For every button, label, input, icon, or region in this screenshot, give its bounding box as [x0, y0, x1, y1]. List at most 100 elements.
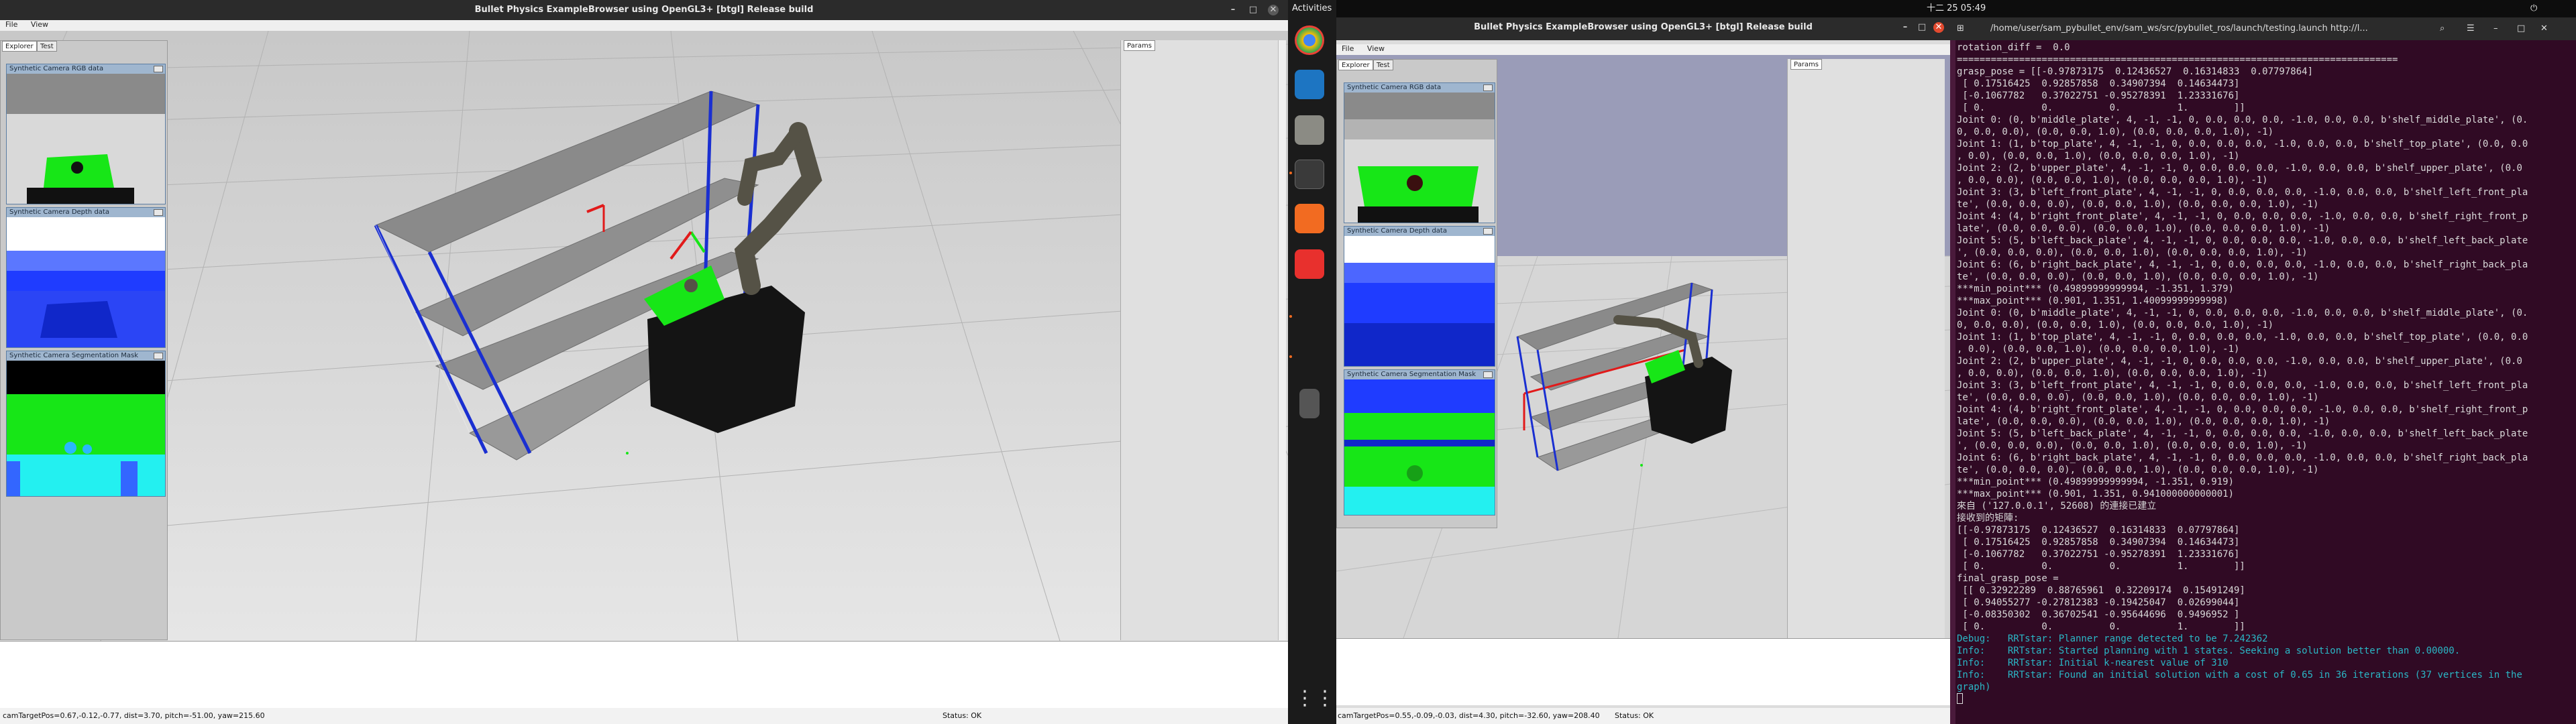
hamburger-menu-icon[interactable]: ☰	[2467, 17, 2475, 40]
terminal-line: grasp_pose = [[-0.97873175 0.12436527 0.…	[1957, 66, 2314, 77]
terminal-line: ***max_point*** (0.901, 1.351, 0.9410000…	[1957, 489, 2235, 499]
menu-file[interactable]: File	[1342, 44, 1354, 53]
gl-viewport[interactable]	[0, 31, 1288, 641]
window-title-bar[interactable]: Bullet Physics ExampleBrowser using Open…	[1336, 17, 1950, 40]
terminal-line: [ 0. 0. 0. 1. ]]	[1957, 621, 2245, 632]
terminal-line: Joint 6: (6, b'right_back_plate', 4, -1,…	[1957, 259, 2528, 270]
menu-view[interactable]: View	[1367, 44, 1385, 53]
camera-depth-subwindow[interactable]: Synthetic Camera Depth data	[1344, 226, 1495, 367]
files-icon[interactable]	[1295, 115, 1324, 145]
terminal-line: Joint 4: (4, b'right_front_plate', 4, -1…	[1957, 404, 2528, 415]
terminal-line: Joint 0: (0, b'middle_plate', 4, -1, -1,…	[1957, 115, 2528, 125]
left-bullet-window: Bullet Physics ExampleBrowser using Open…	[0, 0, 1288, 724]
terminal-output[interactable]: rotation_diff = 0.0 =====================…	[1957, 42, 2574, 722]
terminal-line: ', (0.0, 0.0, 0.0), (0.0, 0.0, 1.0), (0.…	[1957, 247, 2308, 258]
camera-rgb-image	[7, 74, 165, 204]
close-icon[interactable]: ✕	[1933, 22, 1944, 33]
terminal-icon[interactable]	[1295, 160, 1324, 189]
usb-drive-icon[interactable]	[1299, 389, 1320, 418]
terminal-line: [ 0. 0. 0. 1. ]]	[1957, 103, 2245, 113]
menu-file[interactable]: File	[5, 20, 17, 29]
anydesk-icon[interactable]	[1295, 249, 1324, 279]
terminal-line: Joint 5: (5, b'left_back_plate', 4, -1, …	[1957, 428, 2528, 439]
menu-view[interactable]: View	[31, 20, 48, 29]
terminal-line: [-0.08350302 0.36702541 -0.95644696 0.94…	[1957, 609, 2240, 620]
menu-bar: File View	[1336, 44, 1950, 55]
terminal-line: Joint 2: (2, b'upper_plate', 4, -1, -1, …	[1957, 356, 2522, 367]
running-indicator	[1289, 315, 1292, 318]
origin-dot	[1640, 464, 1643, 467]
subwindow-close-icon[interactable]	[154, 209, 163, 216]
tab-explorer[interactable]: Explorer	[1338, 60, 1373, 70]
terminal-line: 0, 0.0, 0.0), (0.0, 0.0, 1.0), (0.0, 0.0…	[1957, 320, 2274, 330]
subwindow-close-icon[interactable]	[1483, 228, 1493, 235]
terminal-line: rotation_diff = 0.0	[1957, 42, 2070, 53]
terminal-line: ', (0.0, 0.0, 0.0), (0.0, 0.0, 1.0), (0.…	[1957, 440, 2308, 451]
console-area[interactable]	[1336, 638, 1950, 705]
running-indicator	[1289, 172, 1292, 174]
camera-rgb-subwindow[interactable]: Synthetic Camera RGB data	[1344, 82, 1495, 223]
console-area[interactable]	[0, 641, 1288, 708]
vscode-icon[interactable]	[1295, 70, 1324, 99]
close-icon[interactable]: ✕	[2540, 17, 2548, 40]
subwindow-close-icon[interactable]	[1483, 84, 1493, 91]
terminal-line: 來自 ('127.0.0.1', 52608) 的連接已建立	[1957, 501, 2157, 511]
params-panel: Params	[1120, 40, 1281, 640]
terminal-line: [ 0.94055277 -0.27812383 -0.19425047 0.0…	[1957, 597, 2240, 608]
camera-segmentation-image	[1344, 379, 1495, 515]
terminal-scrollbar[interactable]	[1950, 40, 1955, 724]
maximize-icon[interactable]: □	[1917, 22, 1927, 33]
minimize-icon[interactable]: –	[2493, 17, 2498, 40]
terminal-line: , 0.0), (0.0, 0.0, 1.0), (0.0, 0.0, 0.0,…	[1957, 151, 2240, 162]
terminal-line: late', (0.0, 0.0, 0.0), (0.0, 0.0, 1.0),…	[1957, 416, 2330, 427]
terminal-line: , 0.0, 0.0), (0.0, 0.0, 1.0), (0.0, 0.0,…	[1957, 368, 2268, 379]
subwindow-close-icon[interactable]	[1483, 371, 1493, 378]
terminal-window: ⊞ /home/user/sam_pybullet_env/sam_ws/src…	[1950, 17, 2576, 724]
terminal-line: Joint 4: (4, b'right_front_plate', 4, -1…	[1957, 211, 2528, 222]
status-ok: Status: OK	[943, 711, 982, 720]
show-apps-icon[interactable]: ⋮⋮⋮	[1295, 684, 1355, 713]
tab-test[interactable]: Test	[1373, 60, 1393, 70]
terminal-line: [ 0. 0. 0. 1. ]]	[1957, 561, 2245, 572]
maximize-icon[interactable]: □	[2517, 17, 2525, 40]
software-center-icon[interactable]	[1295, 204, 1324, 233]
explorer-panel: Explorer Test Synthetic Camera RGB data …	[1336, 59, 1497, 528]
tab-explorer[interactable]: Explorer	[2, 41, 37, 52]
system-menu-icon[interactable]: ⏻	[2530, 0, 2537, 17]
origin-dot	[626, 452, 629, 455]
clock[interactable]: 十二 25 05:49	[1927, 0, 1986, 17]
tab-params[interactable]: Params	[1790, 59, 1822, 70]
window-title-bar[interactable]: Bullet Physics ExampleBrowser using Open…	[0, 0, 1288, 20]
terminal-line: Joint 1: (1, b'top_plate', 4, -1, -1, 0,…	[1957, 332, 2528, 343]
terminal-line: te', (0.0, 0.0, 0.0), (0.0, 0.0, 1.0), (…	[1957, 465, 2319, 475]
camera-depth-subwindow[interactable]: Synthetic Camera Depth data	[6, 207, 166, 348]
close-icon[interactable]: ✕	[1268, 5, 1279, 15]
params-panel: Params	[1787, 59, 1945, 638]
maximize-icon[interactable]: □	[1248, 5, 1258, 15]
terminal-line: te', (0.0, 0.0, 0.0), (0.0, 0.0, 1.0), (…	[1957, 392, 2319, 403]
chrome-icon[interactable]	[1295, 25, 1324, 55]
subwindow-close-icon[interactable]	[154, 353, 163, 359]
subwindow-close-icon[interactable]	[154, 66, 163, 72]
top-bar: 十二 25 05:49 ⏻	[1336, 0, 2576, 17]
scrollbar[interactable]	[1278, 40, 1286, 640]
terminal-line: te', (0.0, 0.0, 0.0), (0.0, 0.0, 1.0), (…	[1957, 199, 2319, 210]
terminal-tab-icon[interactable]: ⊞	[1957, 17, 1964, 40]
minimize-icon[interactable]: –	[1228, 5, 1238, 15]
tab-test[interactable]: Test	[37, 41, 57, 52]
terminal-title: /home/user/sam_pybullet_env/sam_ws/src/p…	[1990, 23, 2368, 34]
window-title: Bullet Physics ExampleBrowser using Open…	[474, 5, 814, 15]
terminal-titlebar[interactable]: ⊞ /home/user/sam_pybullet_env/sam_ws/src…	[1950, 17, 2576, 40]
subwindow-title: Synthetic Camera RGB data	[7, 64, 165, 74]
activities-label[interactable]: Activities	[1292, 3, 1332, 13]
minimize-icon[interactable]: –	[1900, 22, 1911, 33]
camera-segmentation-subwindow[interactable]: Synthetic Camera Segmentation Mask	[1344, 369, 1495, 516]
terminal-cursor	[1957, 693, 1963, 704]
camera-rgb-subwindow[interactable]: Synthetic Camera RGB data	[6, 64, 166, 204]
terminal-log-line: graph)	[1957, 682, 1991, 692]
terminal-line: Joint 6: (6, b'right_back_plate', 4, -1,…	[1957, 452, 2528, 463]
window-title: Bullet Physics ExampleBrowser using Open…	[1474, 22, 1813, 32]
tab-params[interactable]: Params	[1124, 40, 1155, 51]
camera-segmentation-subwindow[interactable]: Synthetic Camera Segmentation Mask	[6, 351, 166, 497]
search-icon[interactable]: ⌕	[2440, 17, 2445, 40]
